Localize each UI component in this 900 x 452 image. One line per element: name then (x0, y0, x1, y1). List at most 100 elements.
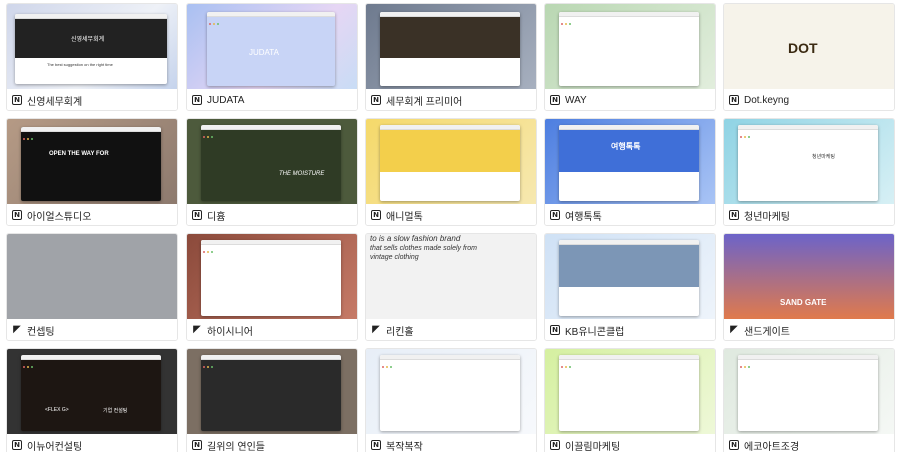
template-thumbnail[interactable] (545, 4, 715, 89)
framer-icon: ◤ (729, 324, 739, 335)
template-card-footer[interactable]: N WAY (545, 89, 715, 110)
template-card-footer[interactable]: ◤ 하이시니어 (187, 319, 357, 340)
template-card-footer[interactable]: ◤ 컨셉팅 (7, 319, 177, 340)
template-card[interactable]: JUDATA N JUDATA (186, 3, 358, 111)
template-card[interactable]: 여행톡톡 N 여행톡톡 (544, 118, 716, 226)
template-thumbnail[interactable] (545, 349, 715, 434)
template-card-footer[interactable]: N 청년마케팅 (724, 204, 894, 225)
template-card[interactable]: ◤ 컨셉팅 (6, 233, 178, 341)
template-card[interactable]: THE MOISTURE N 디흄 (186, 118, 358, 226)
thumbnail-text: 기업 컨설팅 (103, 408, 128, 414)
template-card[interactable]: N 에코아트조경 (723, 348, 895, 452)
template-thumbnail[interactable] (545, 234, 715, 319)
template-card[interactable]: OPEN THE WAY FOR N 아이얼스튜디오 (6, 118, 178, 226)
template-card-footer[interactable]: N Dot.keyng (724, 89, 894, 110)
notion-icon: N (550, 325, 560, 335)
framer-icon: ◤ (192, 324, 202, 335)
browser-chrome (380, 355, 520, 368)
template-card[interactable]: N KB유니콘클럽 (544, 233, 716, 341)
template-card[interactable]: N 길위의 연인들 (186, 348, 358, 452)
browser-chrome (738, 125, 878, 138)
template-thumbnail[interactable]: 신영세무회계 The best suggestion on the right t… (7, 4, 177, 89)
template-title: 리킨홀 (386, 326, 414, 338)
template-thumbnail[interactable]: 청년마케팅 (724, 119, 894, 204)
template-card-footer[interactable]: N KB유니콘클럽 (545, 319, 715, 340)
notion-icon: N (729, 95, 739, 105)
notion-icon: N (371, 95, 381, 105)
template-card-footer[interactable]: N 아이얼스튜디오 (7, 204, 177, 225)
template-card-footer[interactable]: N 세무회계 프리미어 (366, 89, 536, 110)
browser-window-mock (738, 125, 878, 201)
template-title: 이끌림마케팅 (565, 441, 621, 452)
template-card[interactable]: DOT N Dot.keyng (723, 3, 895, 111)
template-thumbnail[interactable] (366, 119, 536, 204)
browser-window-mock (559, 240, 699, 316)
template-thumbnail[interactable] (366, 4, 536, 89)
notion-icon: N (729, 440, 739, 450)
template-thumbnail[interactable] (7, 234, 177, 319)
template-card[interactable]: N 복작복작 (365, 348, 537, 452)
template-thumbnail[interactable]: JUDATA (187, 4, 357, 89)
framer-icon: ◤ (12, 324, 22, 335)
template-thumbnail[interactable]: <FLEX G> 기업 컨설팅 (7, 349, 177, 434)
template-card-footer[interactable]: N JUDATA (187, 89, 357, 110)
template-card-footer[interactable]: N 신영세무회계 (7, 89, 177, 110)
template-thumbnail[interactable] (187, 349, 357, 434)
template-title: JUDATA (207, 94, 245, 106)
template-thumbnail[interactable] (366, 349, 536, 434)
framer-icon: ◤ (371, 324, 381, 335)
template-title: 복작복작 (386, 441, 423, 452)
template-title: 청년마케팅 (744, 211, 790, 223)
thumbnail-text: <FLEX G> (45, 407, 69, 413)
template-title: WAY (565, 94, 587, 106)
template-thumbnail[interactable]: DOT (724, 4, 894, 89)
thumbnail-text: 여행톡톡 (611, 142, 641, 151)
thumbnail-text: JUDATA (249, 48, 279, 57)
template-title: 여행톡톡 (565, 211, 602, 223)
template-card-footer[interactable]: N 길위의 연인들 (187, 434, 357, 452)
thumbnail-text: 신영세무회계 (71, 37, 105, 43)
template-card[interactable]: N 이끌림마케팅 (544, 348, 716, 452)
template-card[interactable]: N WAY (544, 3, 716, 111)
template-card-footer[interactable]: N 복작복작 (366, 434, 536, 452)
template-thumbnail[interactable] (724, 349, 894, 434)
template-card[interactable]: 청년마케팅 N 청년마케팅 (723, 118, 895, 226)
template-title: 하이시니어 (207, 326, 253, 338)
browser-chrome (207, 12, 335, 25)
template-thumbnail[interactable]: to is a slow fashion brand that sells clo… (366, 234, 536, 319)
template-card-footer[interactable]: ◤ 샌드게이트 (724, 319, 894, 340)
template-thumbnail[interactable]: OPEN THE WAY FOR (7, 119, 177, 204)
notion-icon: N (550, 95, 560, 105)
template-card-footer[interactable]: N 디흄 (187, 204, 357, 225)
template-card-footer[interactable]: N 애니멀톡 (366, 204, 536, 225)
template-title: 세무회계 프리미어 (386, 96, 463, 108)
browser-window-mock (559, 12, 699, 86)
thumbnail-text: to is a slow fashion brand (370, 234, 461, 243)
template-thumbnail[interactable]: SAND GATE (724, 234, 894, 319)
browser-window-mock (559, 125, 699, 201)
browser-window-mock (201, 240, 341, 316)
notion-icon: N (371, 210, 381, 220)
browser-chrome (559, 355, 699, 368)
template-card-footer[interactable]: N 이뉴어컨설팅 (7, 434, 177, 452)
notion-icon: N (192, 210, 202, 220)
template-card-footer[interactable]: N 이끌림마케팅 (545, 434, 715, 452)
template-card-footer[interactable]: N 에코아트조경 (724, 434, 894, 452)
browser-window-mock (380, 355, 520, 431)
notion-icon: N (192, 440, 202, 450)
template-card[interactable]: N 애니멀톡 (365, 118, 537, 226)
template-card[interactable]: 신영세무회계 The best suggestion on the right t… (6, 3, 178, 111)
template-thumbnail[interactable]: THE MOISTURE (187, 119, 357, 204)
template-thumbnail[interactable]: 여행톡톡 (545, 119, 715, 204)
template-card[interactable]: N 세무회계 프리미어 (365, 3, 537, 111)
template-thumbnail[interactable] (187, 234, 357, 319)
template-card[interactable]: <FLEX G> 기업 컨설팅 N 이뉴어컨설팅 (6, 348, 178, 452)
thumbnail-text: The best suggestion on the right time (47, 62, 113, 67)
template-card-footer[interactable]: ◤ 리킨홀 (366, 319, 536, 340)
template-card-footer[interactable]: N 여행톡톡 (545, 204, 715, 225)
template-card[interactable]: to is a slow fashion brand that sells clo… (365, 233, 537, 341)
template-card[interactable]: ◤ 하이시니어 (186, 233, 358, 341)
browser-window-mock (21, 127, 161, 201)
browser-window-mock (738, 355, 878, 431)
template-card[interactable]: SAND GATE ◤ 샌드게이트 (723, 233, 895, 341)
